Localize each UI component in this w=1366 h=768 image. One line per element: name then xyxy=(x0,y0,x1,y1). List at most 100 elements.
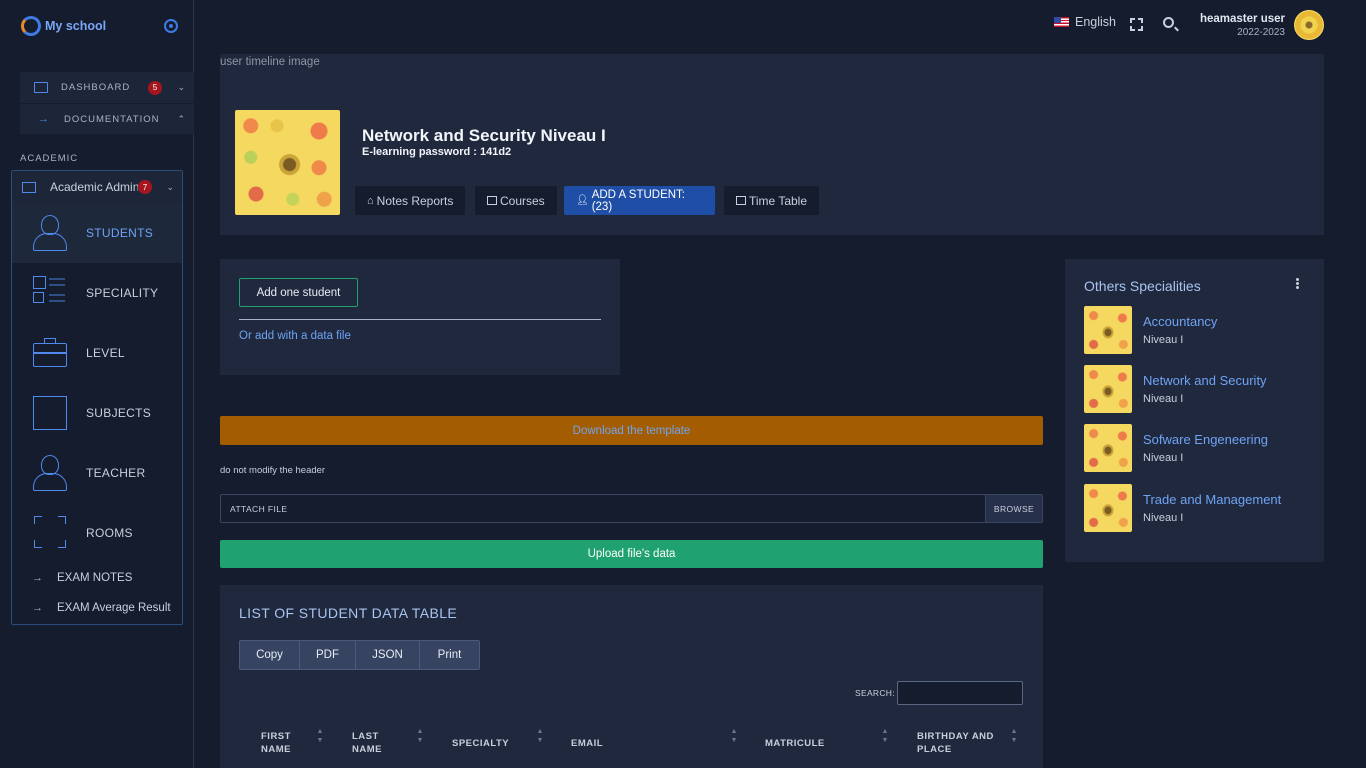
column-header-matricule[interactable]: MATRICULE xyxy=(765,737,825,750)
academic-badge: 7 xyxy=(138,180,152,194)
sidebar-item-label: SPECIALITY xyxy=(86,286,159,300)
column-header-specialty[interactable]: SPECIALTY xyxy=(452,737,509,750)
target-icon[interactable] xyxy=(164,19,178,33)
speciality-image xyxy=(1084,484,1132,532)
attach-file-input[interactable]: ATTACH FILE BROWSE xyxy=(220,494,1043,523)
grid-list-icon xyxy=(32,275,68,311)
speciality-name[interactable]: Accountancy xyxy=(1143,314,1217,329)
chevron-down-icon: ⌄ xyxy=(166,181,174,192)
school-year: 2022-2023 xyxy=(1237,27,1285,38)
more-options-icon[interactable] xyxy=(1296,278,1299,289)
scrollbar[interactable] xyxy=(1350,0,1366,768)
speciality-name[interactable]: Sofware Engeneering xyxy=(1143,432,1268,447)
sidebar-item-rooms[interactable]: ROOMS xyxy=(12,503,182,563)
header-hint: do not modify the header xyxy=(220,465,326,476)
monitor-icon xyxy=(34,82,48,93)
brand[interactable]: My school xyxy=(21,16,106,36)
speciality-item[interactable]: Trade and Management Niveau I xyxy=(1084,484,1314,532)
column-header-line: BIRTHDAY AND xyxy=(917,731,994,742)
sort-icon[interactable]: ▲ ▼ xyxy=(881,727,889,745)
speciality-item[interactable]: Network and Security Niveau I xyxy=(1084,365,1314,413)
section-label-academic: ACADEMIC xyxy=(20,153,79,164)
speciality-image xyxy=(1084,365,1132,413)
column-header-birthday[interactable]: BIRTHDAY AND PLACE xyxy=(917,730,994,756)
avatar[interactable] xyxy=(1294,10,1324,40)
sort-icon[interactable]: ▲ ▼ xyxy=(416,727,424,745)
sort-icon[interactable]: ▲ ▼ xyxy=(1010,727,1018,745)
upload-data-button[interactable]: Upload file's data xyxy=(220,540,1043,568)
button-label: Courses xyxy=(500,193,545,208)
person-icon xyxy=(32,455,68,491)
column-header-first-name[interactable]: FIRST NAME xyxy=(261,730,291,756)
fullscreen-icon[interactable] xyxy=(1130,18,1143,31)
elearning-password: E-learning password : 141d2 xyxy=(362,146,512,158)
table-title: LIST OF STUDENT DATA TABLE xyxy=(239,605,458,621)
button-label: ADD A STUDENT: (23) xyxy=(591,188,686,213)
sidebar-link-label: EXAM NOTES xyxy=(57,572,133,584)
column-header-line: NAME xyxy=(352,744,382,755)
sort-icon[interactable]: ▲ ▼ xyxy=(316,727,324,745)
class-header-card: user timeline image Network and Security… xyxy=(220,54,1324,235)
speciality-image xyxy=(1084,306,1132,354)
nav-item-documentation[interactable]: → DOCUMENTATION ⌃ xyxy=(20,103,194,134)
user-name[interactable]: heamaster user xyxy=(1185,13,1285,25)
add-student-card: Add one student Or add with a data file xyxy=(220,259,620,375)
pdf-button[interactable]: PDF xyxy=(300,641,356,669)
add-one-student-button[interactable]: Add one student xyxy=(239,278,358,307)
sort-icon[interactable]: ▲ ▼ xyxy=(536,727,544,745)
academic-admin-label: Academic Admin xyxy=(50,180,138,194)
arrow-right-icon: → xyxy=(32,602,43,614)
speciality-name[interactable]: Trade and Management xyxy=(1143,492,1281,507)
column-header-last-name[interactable]: LAST NAME xyxy=(352,730,382,756)
browse-button[interactable]: BROWSE xyxy=(985,495,1042,522)
sidebar-item-teacher[interactable]: TEACHER xyxy=(12,443,182,503)
add-student-button[interactable]: 👤︎ ADD A STUDENT: (23) xyxy=(564,186,715,215)
others-title: Others Specialities xyxy=(1084,278,1201,294)
download-template-button[interactable]: Download the template xyxy=(220,416,1043,445)
sidebar-item-speciality[interactable]: SPECIALITY xyxy=(12,263,182,323)
sidebar-item-subjects[interactable]: SUBJECTS xyxy=(12,383,182,443)
nav-item-dashboard[interactable]: DASHBOARD 5 ⌄ xyxy=(20,72,194,103)
sidebar-item-label: ROOMS xyxy=(86,526,133,540)
sidebar-link-exam-average[interactable]: → EXAM Average Result xyxy=(12,593,182,623)
copy-button[interactable]: Copy xyxy=(240,641,300,669)
sidebar-link-label: EXAM Average Result xyxy=(57,602,171,614)
us-flag-icon[interactable] xyxy=(1054,17,1069,27)
column-header-line: NAME xyxy=(261,744,291,755)
print-button[interactable]: Print xyxy=(420,641,479,669)
table-search-input[interactable] xyxy=(897,681,1023,705)
chevron-down-icon: ⌄ xyxy=(177,82,186,92)
speciality-level: Niveau I xyxy=(1143,334,1184,346)
arrow-right-icon: → xyxy=(32,572,43,584)
button-label: Time Table xyxy=(749,193,808,208)
column-header-line: FIRST xyxy=(261,731,291,742)
sidebar-link-exam-notes[interactable]: → EXAM NOTES xyxy=(12,563,182,593)
square-icon xyxy=(32,395,68,431)
speciality-item[interactable]: Accountancy Niveau I xyxy=(1084,306,1314,354)
time-table-button[interactable]: Time Table xyxy=(724,186,820,215)
main-nav: DASHBOARD 5 ⌄ → DOCUMENTATION ⌃ xyxy=(20,72,194,134)
column-header-email[interactable]: EMAIL xyxy=(571,737,603,750)
sidebar-item-students[interactable]: STUDENTS xyxy=(12,203,182,263)
search-label: SEARCH: xyxy=(855,688,895,698)
speciality-name[interactable]: Network and Security xyxy=(1143,373,1267,388)
notes-reports-button[interactable]: ⌂ Notes Reports xyxy=(355,186,466,215)
speciality-image xyxy=(1084,424,1132,472)
sort-icon[interactable]: ▲ ▼ xyxy=(730,727,738,745)
sidebar-item-level[interactable]: LEVEL xyxy=(12,323,182,383)
courses-button[interactable]: Courses xyxy=(475,186,557,215)
speciality-level: Niveau I xyxy=(1143,393,1184,405)
comment-icon xyxy=(487,196,497,205)
briefcase-icon xyxy=(32,335,68,371)
school-logo-icon xyxy=(21,16,41,36)
sidebar-item-label: LEVEL xyxy=(86,346,125,360)
language-selector[interactable]: English xyxy=(1075,15,1116,29)
json-button[interactable]: JSON xyxy=(356,641,420,669)
speciality-item[interactable]: Sofware Engeneering Niveau I xyxy=(1084,424,1314,472)
search-icon[interactable] xyxy=(1163,17,1174,28)
class-image xyxy=(235,110,340,215)
sidebar-item-label: STUDENTS xyxy=(86,226,154,240)
academic-admin-toggle[interactable]: Academic Admin 7 ⌄ xyxy=(12,171,182,203)
arrow-right-icon: → xyxy=(38,113,50,125)
add-with-file-link[interactable]: Or add with a data file xyxy=(239,330,351,342)
